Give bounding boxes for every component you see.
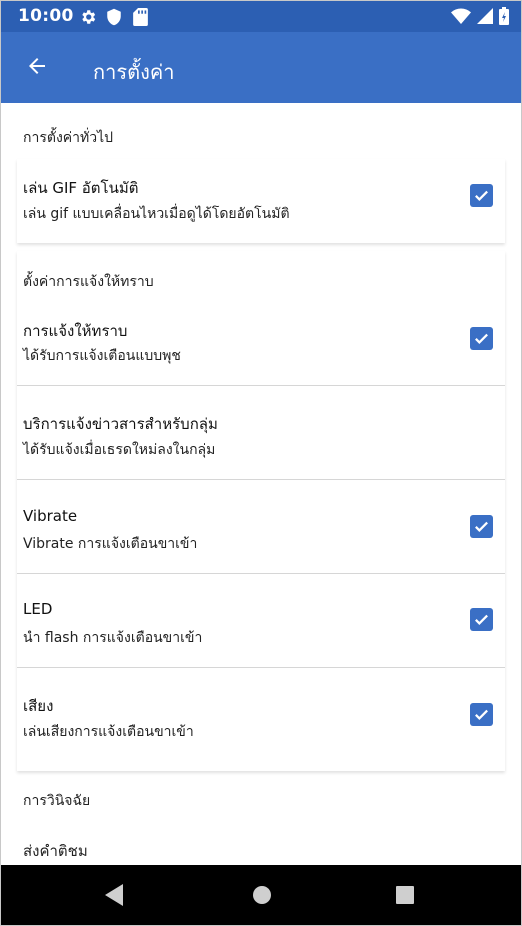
gear-icon — [79, 8, 97, 30]
vibrate-summary: Vibrate การแจ้งเตือนขาเข้า — [23, 536, 198, 552]
send-feedback-label: ส่งคำติชม — [23, 842, 88, 860]
status-bar: 10:00 — [1, 1, 521, 32]
home-circle-icon — [253, 886, 271, 904]
section-header-general: การตั้งค่าทั่วไป — [23, 130, 114, 146]
recents-square-icon — [396, 886, 414, 904]
section-header-notifications: ตั้งค่าการแจ้งให้ทราบ — [23, 274, 154, 290]
notifications-pref[interactable]: การแจ้งให้ทราบ ได้รับการแจ้งเตือนแบบพุช — [17, 301, 505, 385]
general-card: เล่น GIF อัตโนมัติ เล่น gif แบบเคลื่อนไห… — [17, 159, 505, 243]
autoplay-gif-pref[interactable]: เล่น GIF อัตโนมัติ เล่น gif แบบเคลื่อนไห… — [17, 159, 505, 243]
section-header-diagnostics: การวินิจฉัย — [23, 793, 91, 809]
sd-card-icon — [133, 8, 148, 30]
settings-list[interactable]: การตั้งค่าทั่วไป เล่น GIF อัตโนมัติ เล่น… — [1, 103, 521, 865]
check-icon — [475, 709, 488, 720]
status-right-icons — [451, 7, 509, 29]
check-icon — [475, 614, 488, 625]
notifications-card: ตั้งค่าการแจ้งให้ทราบ การแจ้งให้ทราบ ได้… — [17, 251, 505, 771]
autoplay-gif-title: เล่น GIF อัตโนมัติ — [23, 179, 139, 197]
arrow-back-icon — [25, 54, 49, 82]
led-summary: นำ flash การแจ้งเตือนขาเข้า — [23, 630, 203, 646]
notifications-title: การแจ้งให้ทราบ — [23, 322, 128, 340]
notifications-checkbox[interactable] — [470, 327, 493, 350]
back-triangle-icon — [105, 884, 123, 906]
signal-icon — [477, 8, 493, 28]
back-button[interactable] — [15, 46, 59, 90]
autoplay-gif-summary: เล่น gif แบบเคลื่อนไหวเมื่อดูได้โดยอัตโน… — [23, 206, 290, 222]
vibrate-checkbox[interactable] — [470, 515, 493, 538]
notifications-summary: ได้รับการแจ้งเตือนแบบพุช — [23, 348, 181, 364]
send-feedback-item[interactable]: ส่งคำติชม — [1, 827, 521, 865]
check-icon — [475, 521, 488, 532]
nav-back-button[interactable] — [101, 881, 129, 909]
nav-recents-button[interactable] — [391, 881, 419, 909]
navigation-bar — [1, 865, 521, 925]
check-icon — [475, 190, 488, 201]
shield-icon — [106, 8, 122, 30]
led-checkbox[interactable] — [470, 608, 493, 631]
settings-screen: 10:00 การตั้งค่า การตั้งค่าทั่วไป เล่น G… — [0, 0, 522, 926]
status-time: 10:00 — [18, 6, 74, 26]
led-title: LED — [23, 600, 53, 618]
led-pref[interactable]: LED นำ flash การแจ้งเตือนขาเข้า — [17, 574, 505, 667]
group-news-summary: ได้รับแจ้งเมื่อเธรดใหม่ลงในกลุ่ม — [23, 442, 216, 458]
wifi-icon — [451, 8, 471, 29]
sound-checkbox[interactable] — [470, 703, 493, 726]
group-news-title: บริการแจ้งข่าวสารสำหรับกลุ่ม — [23, 415, 218, 433]
battery-icon — [499, 7, 509, 29]
check-icon — [475, 333, 488, 344]
sound-summary: เล่นเสียงการแจ้งเตือนขาเข้า — [23, 724, 194, 740]
page-title: การตั้งค่า — [93, 60, 175, 84]
nav-home-button[interactable] — [248, 881, 276, 909]
app-bar: การตั้งค่า — [1, 32, 521, 103]
group-news-pref[interactable]: บริการแจ้งข่าวสารสำหรับกลุ่ม ได้รับแจ้งเ… — [17, 386, 505, 479]
sound-pref[interactable]: เสียง เล่นเสียงการแจ้งเตือนขาเข้า — [17, 668, 505, 768]
vibrate-pref[interactable]: Vibrate Vibrate การแจ้งเตือนขาเข้า — [17, 480, 505, 573]
vibrate-title: Vibrate — [23, 507, 78, 525]
sound-title: เสียง — [23, 697, 54, 715]
autoplay-gif-checkbox[interactable] — [470, 184, 493, 207]
